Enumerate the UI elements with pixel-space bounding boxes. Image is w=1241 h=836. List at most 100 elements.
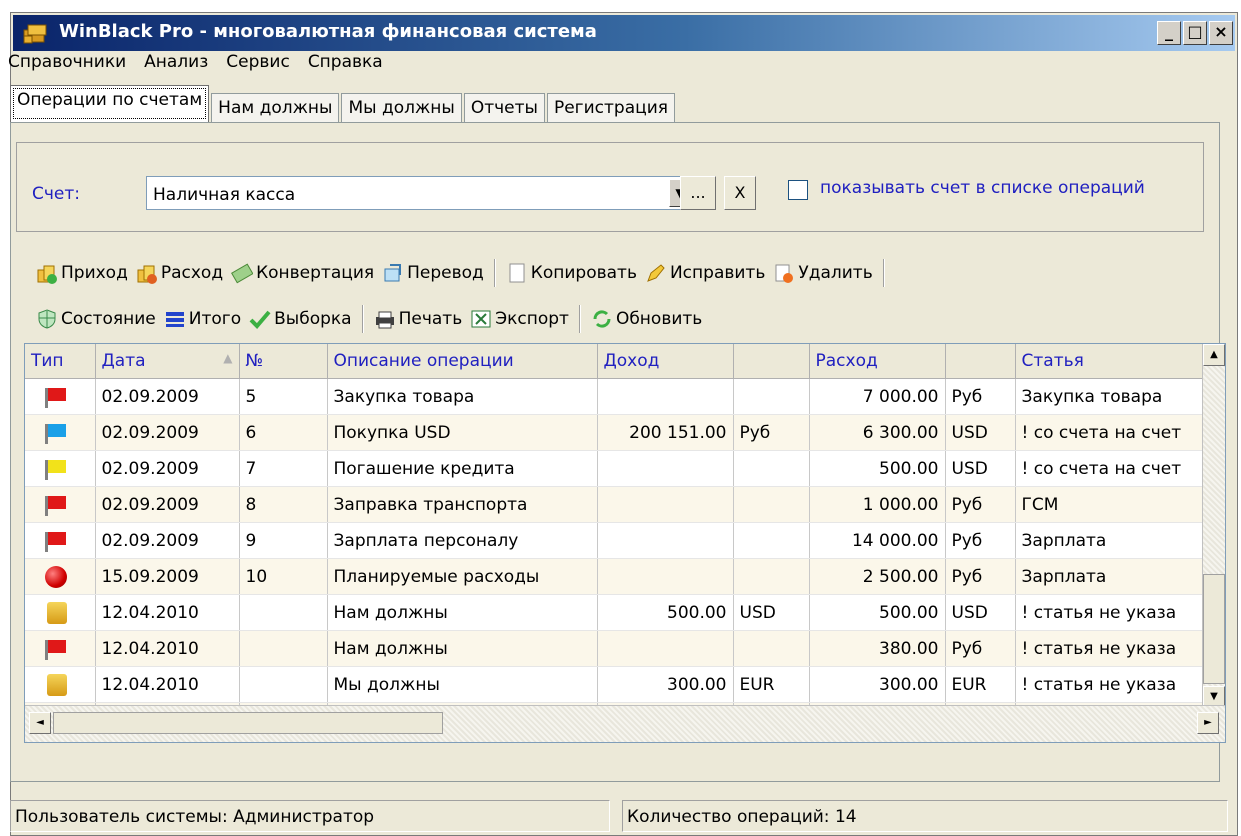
cell-expense-currency: EUR — [945, 666, 1016, 703]
table-row[interactable]: 02.09.2009 5 Закупка товара 7 000.00 Руб Заку… — [25, 378, 1206, 415]
col-header-expense[interactable]: Расход — [809, 344, 946, 379]
refresh-button[interactable]: Обновить — [591, 308, 702, 330]
cell-type — [25, 414, 96, 451]
table-row[interactable]: 12.04.2010 Нам должны 500.00 USD 500.00 USD! … — [25, 594, 1206, 631]
col-header-expense-currency[interactable] — [945, 344, 1016, 379]
cell-expense: 500.00 — [809, 450, 946, 487]
scroll-right-button[interactable]: ► — [1197, 712, 1219, 734]
cell-type — [25, 558, 96, 595]
copy-button[interactable]: Копировать — [506, 262, 637, 284]
transfer-button[interactable]: Перевод — [382, 262, 484, 284]
table-row[interactable]: 12.04.2010 Нам должны 380.00 Руб! статья не… — [25, 630, 1206, 667]
clear-account-button[interactable]: X — [724, 176, 756, 210]
cell-income-currency: EUR — [733, 666, 810, 703]
cell-expense: 7 000.00 — [809, 378, 946, 415]
operations-toolbar: Приход Расход Конвертация Перевод Копиро… — [36, 256, 895, 290]
export-button[interactable]: Экспорт — [470, 308, 569, 330]
status-count: Количество операций: 14 — [622, 800, 1228, 832]
cell-description: Закупка товара — [327, 378, 598, 415]
account-value: Наличная касса — [153, 185, 296, 205]
cell-expense-currency: Руб — [945, 378, 1016, 415]
table-row[interactable]: 02.09.2009 9 Зарплата персоналу 14 000.00 Ру… — [25, 522, 1206, 559]
browse-account-button[interactable]: ... — [680, 176, 716, 210]
cell-article: Зарплата — [1015, 522, 1206, 559]
red-dot-icon — [45, 565, 67, 588]
col-header-date[interactable]: Дата ▲ — [95, 344, 240, 379]
cell-date: 12.04.2010 — [95, 630, 240, 667]
cell-date: 02.09.2009 — [95, 414, 240, 451]
show-account-checkbox[interactable] — [788, 180, 808, 200]
maximize-button[interactable]: □ — [1183, 21, 1207, 45]
table-row[interactable]: 12.04.2010 Мы должны 300.00 EUR 300.00 EUR! с… — [25, 666, 1206, 703]
conversion-button[interactable]: Конвертация — [231, 262, 374, 284]
close-button[interactable]: × — [1209, 21, 1233, 45]
cell-income — [597, 558, 734, 595]
blue-flag-icon — [45, 423, 67, 444]
table-row[interactable]: 02.09.2009 8 Заправка транспорта 1 000.00 Ру… — [25, 486, 1206, 523]
transfer-icon — [384, 264, 402, 282]
horizontal-scroll-thumb[interactable] — [53, 712, 443, 734]
cell-type — [25, 666, 96, 703]
cell-number: 8 — [239, 486, 328, 523]
minimize-button[interactable]: _ — [1157, 21, 1181, 45]
tab-we-owe[interactable]: Мы должны — [341, 93, 462, 122]
coins-icon — [47, 673, 67, 696]
cell-type — [25, 522, 96, 559]
table-row[interactable]: 02.09.2009 7 Погашение кредита 500.00 USD! с… — [25, 450, 1206, 487]
menu-item-service[interactable]: Сервис — [226, 52, 300, 78]
vertical-scroll-thumb[interactable] — [1203, 574, 1225, 684]
account-combo[interactable]: Наличная касса ▼ — [146, 176, 694, 210]
tab-reports[interactable]: Отчеты — [463, 93, 545, 122]
tab-owed-to-us[interactable]: Нам должны — [211, 93, 340, 122]
vertical-scrollbar[interactable]: ▲ ▼ — [1202, 344, 1225, 708]
title-bar[interactable]: WinBlack Pro - многовалютная финансовая … — [13, 15, 1235, 51]
cell-income: 500.00 — [597, 594, 734, 631]
menu-item-help[interactable]: Справка — [308, 52, 393, 78]
print-button[interactable]: Печать — [374, 308, 462, 330]
state-button[interactable]: Состояние — [36, 308, 156, 330]
cell-number: 10 — [239, 558, 328, 595]
cell-income-currency — [733, 450, 810, 487]
col-header-article[interactable]: Статья — [1015, 344, 1206, 379]
col-header-description[interactable]: Описание операции — [327, 344, 598, 379]
scroll-left-button[interactable]: ◄ — [29, 712, 51, 734]
col-header-income[interactable]: Доход — [597, 344, 734, 379]
expense-button[interactable]: Расход — [136, 262, 223, 284]
scroll-up-button[interactable]: ▲ — [1203, 344, 1225, 366]
filter-button[interactable]: Выборка — [249, 308, 352, 330]
banknote-icon — [231, 263, 254, 284]
menu-item-analysis[interactable]: Анализ — [144, 52, 218, 78]
cell-description: Покупка USD — [327, 414, 598, 451]
col-header-income-currency[interactable] — [733, 344, 810, 379]
red-flag-icon — [45, 387, 67, 408]
delete-button[interactable]: Удалить — [773, 262, 873, 284]
total-button[interactable]: Итого — [164, 308, 241, 330]
cell-income: 300.00 — [597, 666, 734, 703]
cell-date: 12.04.2010 — [95, 666, 240, 703]
cell-expense: 2 500.00 — [809, 558, 946, 595]
cell-income — [597, 450, 734, 487]
cell-date: 02.09.2009 — [95, 378, 240, 415]
cell-expense-currency: USD — [945, 414, 1016, 451]
cell-income: 200 151.00 — [597, 414, 734, 451]
table-row[interactable]: 15.09.2009 10 Планируемые расходы 2 500.00 Р… — [25, 558, 1206, 595]
cell-income-currency: USD — [733, 594, 810, 631]
pencil-icon — [647, 264, 665, 282]
income-button[interactable]: Приход — [36, 262, 128, 284]
operations-grid: Тип Дата ▲ № Описание операции Доход Расх… — [24, 343, 1226, 743]
horizontal-scrollbar[interactable]: ◄ ► — [25, 705, 1225, 742]
col-header-type[interactable]: Тип — [25, 344, 96, 379]
cell-type — [25, 630, 96, 667]
cell-type — [25, 378, 96, 415]
printer-icon — [375, 311, 394, 329]
table-row[interactable]: 02.09.2009 6 Покупка USD 200 151.00 Руб 6 300… — [25, 414, 1206, 451]
col-header-number[interactable]: № — [239, 344, 328, 379]
edit-button[interactable]: Исправить — [645, 262, 765, 284]
tab-account-operations[interactable]: Операции по счетам — [10, 85, 210, 122]
view-toolbar: Состояние Итого Выборка Печать Экспорт О… — [36, 302, 710, 336]
menu-item-directories[interactable]: Справочники — [8, 52, 136, 78]
cell-article: ! статья не указа — [1015, 594, 1206, 631]
tab-registration[interactable]: Регистрация — [546, 93, 675, 122]
cell-number — [239, 666, 328, 703]
cell-type — [25, 594, 96, 631]
